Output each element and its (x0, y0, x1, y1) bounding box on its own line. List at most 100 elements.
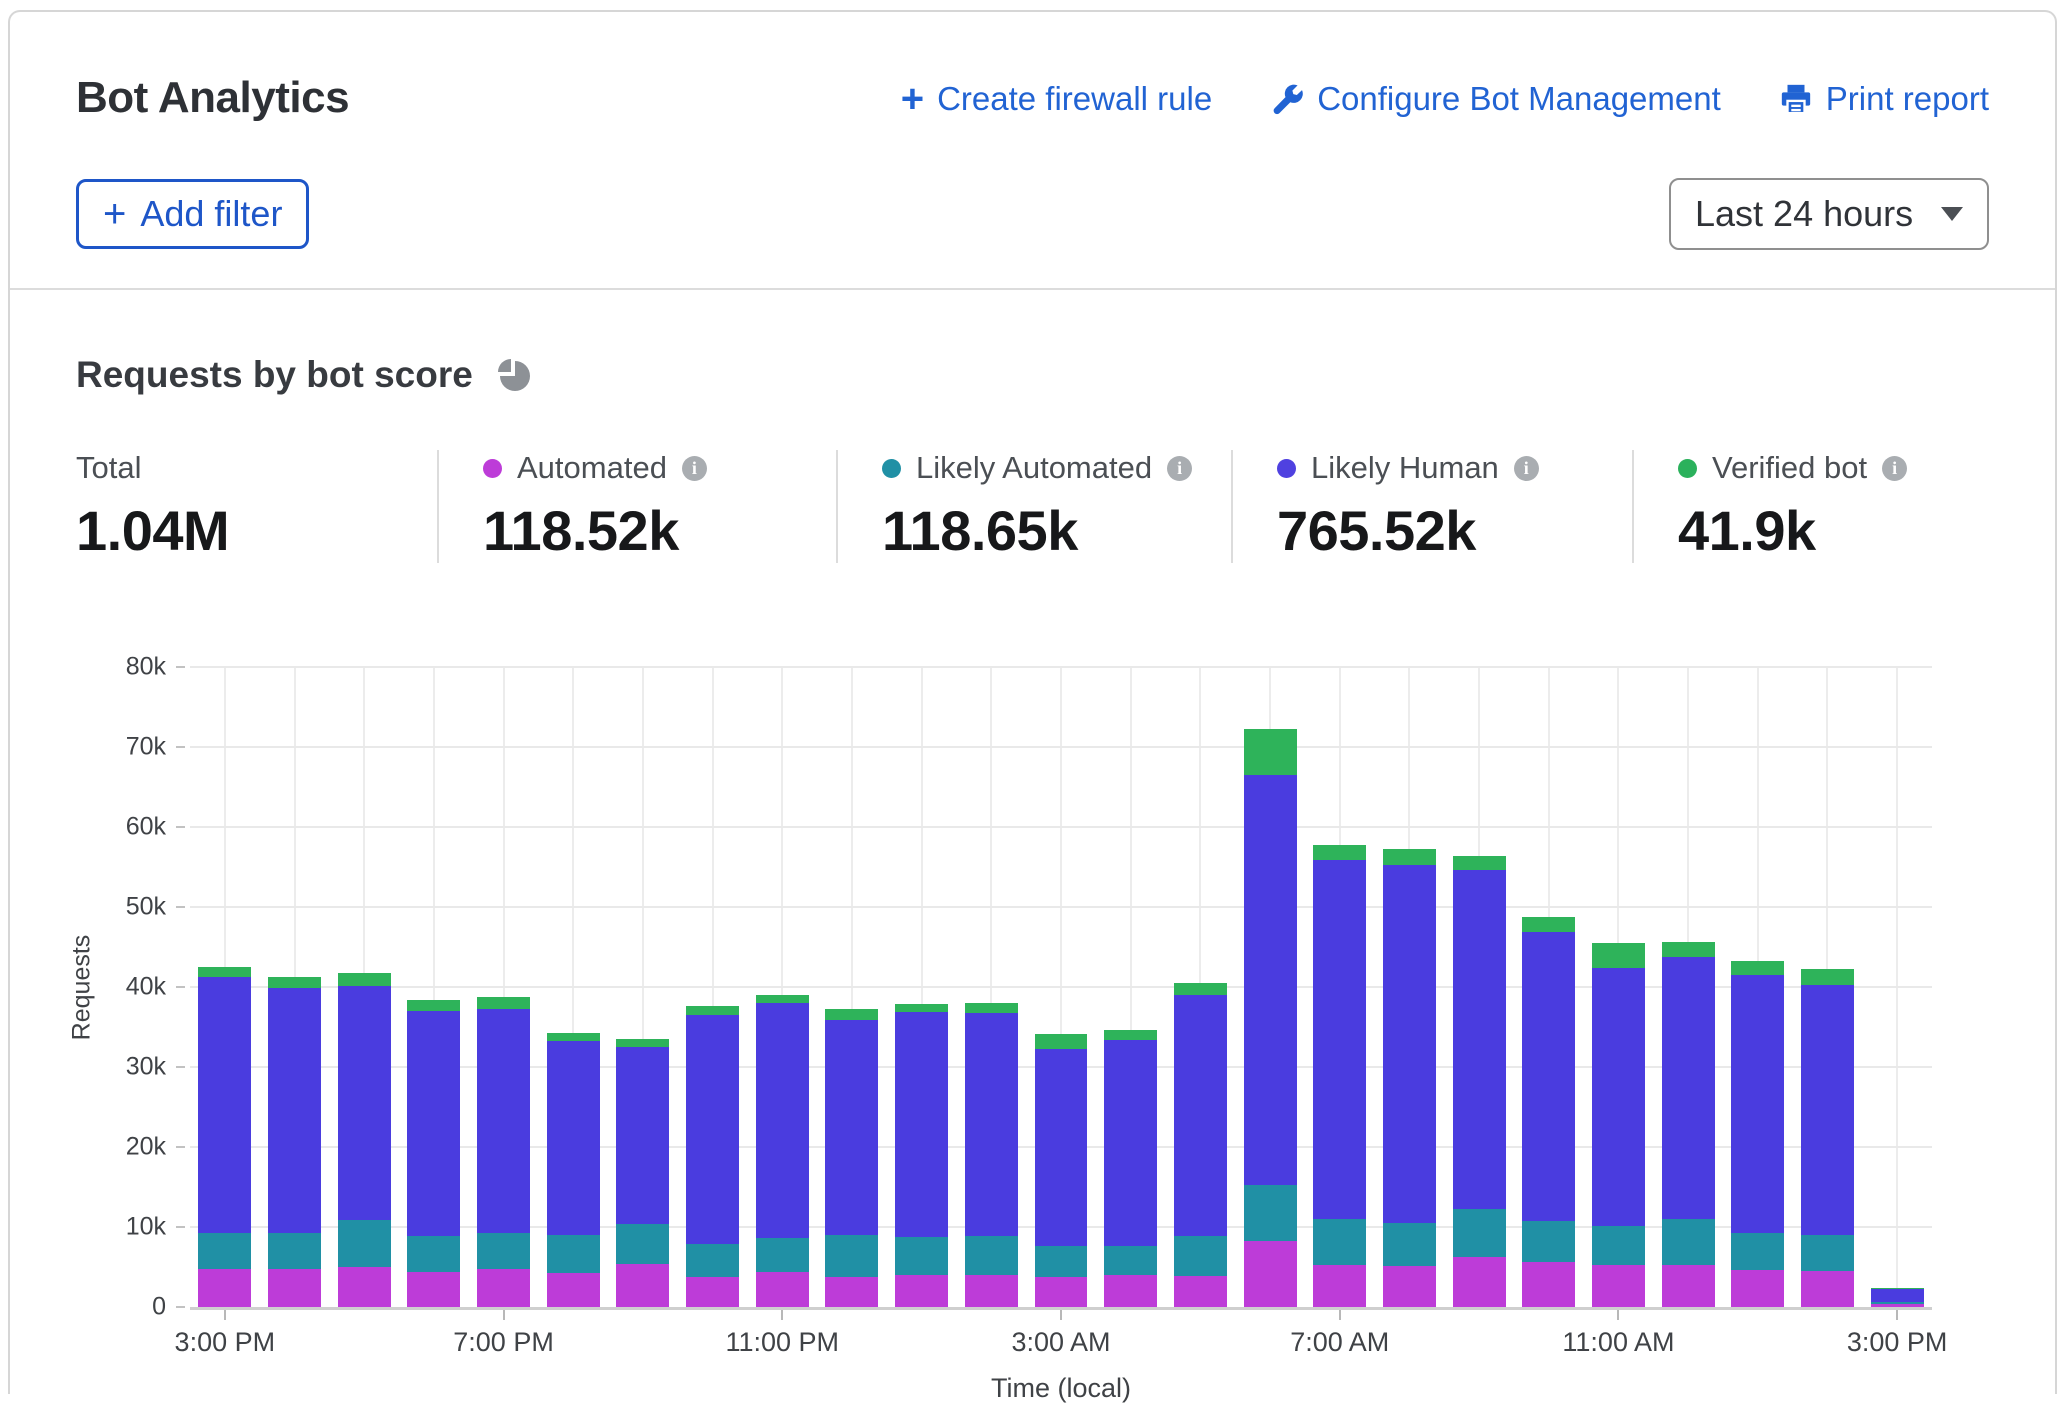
bar-segment-likely-human (825, 1020, 878, 1235)
bar-segment-verified-bot (407, 1000, 460, 1011)
bar-1000pm[interactable] (686, 1006, 739, 1307)
bar-segment-automated (756, 1272, 809, 1307)
bar-segment-likely-automated (1104, 1246, 1157, 1275)
bar-segment-likely-human (198, 977, 251, 1234)
stat-total-value: 1.04M (76, 498, 437, 563)
x-axis-tick-label: 7:00 AM (1290, 1327, 1389, 1358)
bar-segment-verified-bot (895, 1004, 948, 1012)
bar-segment-verified-bot (1104, 1030, 1157, 1040)
bar-segment-likely-automated (1522, 1221, 1575, 1263)
time-range-select[interactable]: Last 24 hours (1669, 178, 1989, 250)
bar-500pm[interactable] (338, 973, 391, 1307)
bar-segment-likely-human (1453, 870, 1506, 1209)
x-axis-tick-label: 3:00 PM (1847, 1327, 1948, 1358)
stat-verified-bot: Verified bot 41.9k (1632, 450, 1987, 563)
x-axis-tick (1339, 1310, 1341, 1320)
info-icon[interactable] (1882, 456, 1907, 481)
stat-verified-bot-value: 41.9k (1678, 498, 1987, 563)
bar-segment-automated (1731, 1270, 1784, 1307)
info-icon[interactable] (1514, 456, 1539, 481)
bar-segment-likely-human (1174, 995, 1227, 1236)
create-firewall-rule-link[interactable]: + Create firewall rule (901, 80, 1212, 118)
bar-segment-likely-human (895, 1012, 948, 1238)
bar-400pm[interactable] (268, 977, 321, 1307)
bar-segment-likely-automated (1035, 1246, 1088, 1276)
y-axis-tick-label: 0 (152, 1293, 166, 1322)
x-axis-tick (1617, 1310, 1619, 1320)
bar-segment-likely-human (1592, 968, 1645, 1226)
bar-segment-likely-human (756, 1003, 809, 1238)
info-icon[interactable] (1167, 456, 1192, 481)
bar-200am[interactable] (965, 1003, 1018, 1307)
bar-900pm[interactable] (616, 1039, 669, 1307)
requests-section: Requests by bot score Total 1.04M Automa… (10, 354, 2055, 1307)
bar-segment-likely-automated (686, 1244, 739, 1277)
bar-400am[interactable] (1104, 1030, 1157, 1307)
configure-bot-management-link[interactable]: Configure Bot Management (1270, 80, 1721, 118)
bar-700am[interactable] (1313, 845, 1366, 1307)
bar-800am[interactable] (1383, 849, 1436, 1307)
stat-total: Total 1.04M (76, 450, 437, 563)
y-axis-tick (176, 986, 185, 988)
info-icon[interactable] (682, 456, 707, 481)
bar-segment-automated (1035, 1277, 1088, 1307)
print-report-label: Print report (1826, 80, 1989, 118)
bar-segment-verified-bot (338, 973, 391, 986)
x-axis-tick-label: 11:00 AM (1562, 1327, 1674, 1358)
bar-600am[interactable] (1244, 729, 1297, 1307)
y-axis-tick (176, 906, 185, 908)
y-axis-tick-label: 60k (126, 813, 166, 842)
x-axis-tick (1896, 1310, 1898, 1320)
y-axis-tick-label: 40k (126, 973, 166, 1002)
stat-total-label: Total (76, 450, 141, 486)
stat-likely-automated: Likely Automated 118.65k (836, 450, 1231, 563)
bar-segment-automated (407, 1272, 460, 1307)
stat-likely-automated-value: 118.65k (882, 498, 1231, 563)
bar-1200am[interactable] (825, 1009, 878, 1307)
stat-automated-value: 118.52k (483, 498, 836, 563)
bar-300pm[interactable] (198, 967, 251, 1307)
bar-segment-likely-human (1731, 975, 1784, 1233)
bar-1200pm[interactable] (1662, 942, 1715, 1307)
stat-verified-bot-label: Verified bot (1712, 450, 1867, 486)
bar-200pm[interactable] (1801, 969, 1854, 1307)
bar-segment-likely-human (477, 1009, 530, 1234)
x-axis-tick (781, 1310, 783, 1320)
bar-segment-verified-bot (756, 995, 809, 1003)
bar-300am[interactable] (1035, 1034, 1088, 1307)
bar-1100pm[interactable] (756, 995, 809, 1307)
bar-segment-likely-human (1522, 932, 1575, 1221)
bar-segment-likely-human (1662, 957, 1715, 1219)
bar-segment-likely-automated (895, 1237, 948, 1275)
bar-segment-automated (1662, 1265, 1715, 1307)
bar-segment-likely-automated (268, 1233, 321, 1268)
section-title: Requests by bot score (76, 354, 473, 396)
bar-segment-verified-bot (1453, 856, 1506, 870)
bar-segment-likely-automated (1174, 1236, 1227, 1276)
configure-bot-management-label: Configure Bot Management (1317, 80, 1721, 118)
bar-segment-likely-human (1104, 1040, 1157, 1246)
horizontal-gridline (190, 826, 1932, 828)
bar-1000am[interactable] (1522, 917, 1575, 1307)
bar-800pm[interactable] (547, 1033, 600, 1307)
bar-segment-automated (825, 1277, 878, 1307)
bar-300pm[interactable] (1871, 1288, 1924, 1307)
add-filter-button[interactable]: + Add filter (76, 179, 309, 249)
bar-1100am[interactable] (1592, 943, 1645, 1307)
bar-segment-automated (198, 1269, 251, 1307)
bar-segment-verified-bot (1592, 943, 1645, 968)
y-axis-tick-label: 70k (126, 733, 166, 762)
bar-segment-verified-bot (825, 1009, 878, 1019)
bar-700pm[interactable] (477, 997, 530, 1307)
bar-100pm[interactable] (1731, 961, 1784, 1307)
bar-900am[interactable] (1453, 856, 1506, 1307)
bar-segment-automated (1313, 1265, 1366, 1307)
bar-segment-automated (616, 1264, 669, 1307)
bar-segment-verified-bot (1313, 845, 1366, 859)
bar-segment-likely-human (616, 1047, 669, 1224)
y-axis-tick (176, 1226, 185, 1228)
bar-500am[interactable] (1174, 983, 1227, 1307)
bar-100am[interactable] (895, 1004, 948, 1307)
print-report-link[interactable]: Print report (1779, 80, 1989, 118)
bar-600pm[interactable] (407, 1000, 460, 1307)
